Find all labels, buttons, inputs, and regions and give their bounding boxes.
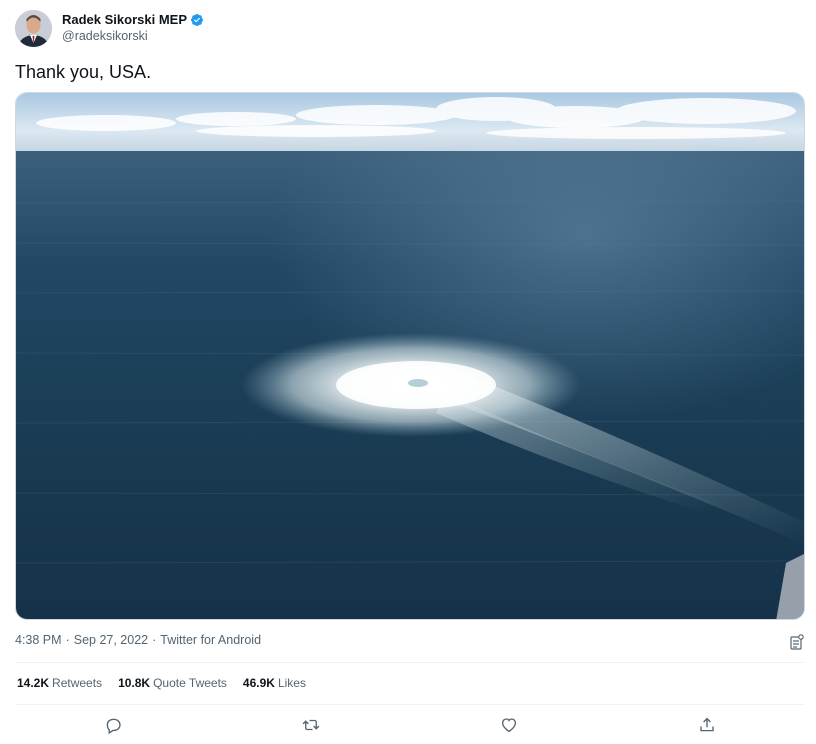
quote-tweets-count: 10.8K	[118, 676, 151, 690]
tweet-card: Radek Sikorski MEP @radeksikorski Thank …	[0, 0, 816, 744]
tweet-photo[interactable]	[15, 92, 805, 620]
analytics-icon[interactable]	[790, 634, 804, 650]
quote-tweets-stat[interactable]: 10.8K Quote Tweets	[118, 676, 227, 690]
name-row: Radek Sikorski MEP	[62, 11, 204, 28]
quote-tweets-label: Quote Tweets	[153, 676, 227, 690]
like-button[interactable]	[498, 714, 520, 736]
tweet-header: Radek Sikorski MEP @radeksikorski	[15, 8, 204, 48]
retweet-button[interactable]	[300, 714, 322, 736]
author-name[interactable]: Radek Sikorski MEP	[62, 11, 187, 28]
tweet-meta: 4:38 PM · Sep 27, 2022 · Twitter for And…	[15, 633, 261, 647]
likes-label: Likes	[277, 676, 306, 690]
tweet-date[interactable]: Sep 27, 2022	[74, 633, 148, 647]
likes-stat[interactable]: 46.9K Likes	[243, 676, 306, 690]
retweet-icon	[301, 716, 321, 734]
share-icon	[698, 716, 716, 734]
heart-icon	[500, 716, 518, 734]
reply-button[interactable]	[102, 714, 124, 736]
tweet-text: Thank you, USA.	[15, 62, 152, 82]
divider	[15, 662, 805, 663]
author-block: Radek Sikorski MEP @radeksikorski	[62, 11, 204, 45]
tweet-time[interactable]: 4:38 PM	[15, 633, 62, 647]
likes-count: 46.9K	[242, 676, 275, 690]
share-button[interactable]	[696, 714, 718, 736]
retweets-label: Retweets	[52, 676, 103, 690]
verified-badge-icon	[190, 13, 204, 27]
retweets-stat[interactable]: 14.2K Retweets	[17, 676, 102, 690]
tweet-source[interactable]: Twitter for Android	[160, 633, 261, 647]
reply-icon	[104, 716, 122, 734]
tweet-stats: 14.2K Retweets 10.8K Quote Tweets 46.9K Lik…	[17, 676, 306, 690]
meta-separator: ·	[65, 633, 70, 647]
retweets-count: 14.2K	[17, 676, 50, 690]
avatar[interactable]	[15, 9, 52, 47]
author-handle[interactable]: @radeksikorski	[62, 28, 204, 45]
tweet-actions	[15, 714, 805, 736]
meta-separator: ·	[152, 633, 157, 647]
divider	[15, 704, 805, 705]
